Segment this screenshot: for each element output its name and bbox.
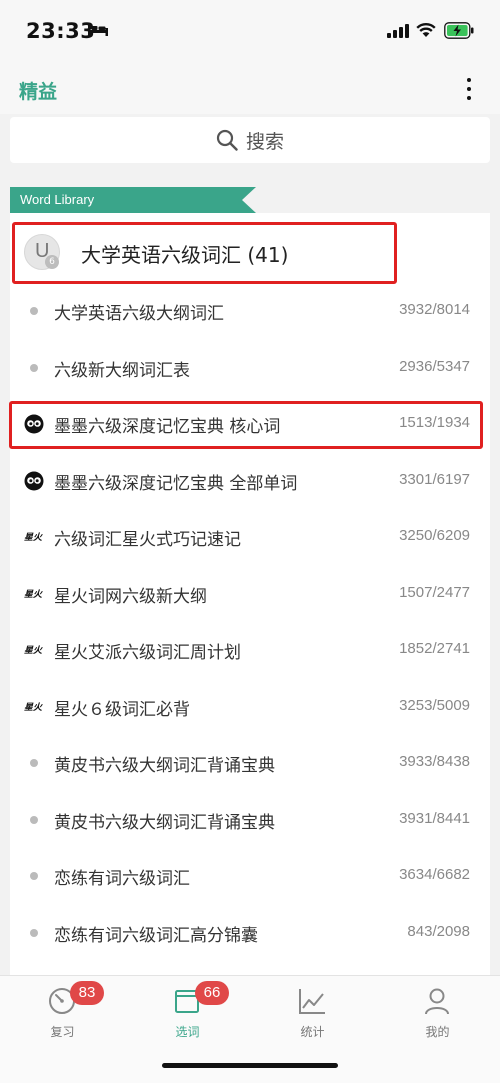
highlight-box [12,222,397,284]
progress-count: 2936/5347 [399,357,470,375]
list-item[interactable]: 恋练有词六级词汇 3634/6682 [10,848,490,905]
tab-profile[interactable]: 我的 [375,976,500,1056]
bullet-icon [30,759,38,767]
bullet-icon [30,928,38,937]
search-icon [216,129,238,151]
home-indicator [162,1063,338,1068]
xinghuo-logo: 星火 [24,533,43,543]
person-icon [425,988,449,1015]
list-item[interactable]: 黄皮书六级大纲词汇背诵宝典 3931/8441 [10,792,490,849]
progress-count: 3634/6682 [399,866,470,883]
momo-owl-icon [24,471,44,490]
group-header-cet6[interactable]: U 6 大学英语六级词汇 (41) [10,213,490,289]
review-badge: 83 [70,981,104,1005]
tab-statistics[interactable]: 统计 [250,976,375,1056]
tab-label: 我的 [425,1025,450,1039]
word-library-label: Word Library [20,192,95,207]
list-item[interactable]: 星火 星火词网六级新大纲 1507/2477 [10,566,490,623]
list-item[interactable]: 恋练有词六级词汇高分锦囊 843/2098 [10,905,490,962]
bullet-icon [30,815,38,824]
highlight-box [9,401,483,449]
cellular-signal-icon [387,24,409,38]
search-label: 搜索 [245,130,284,153]
progress-count: 3253/5009 [399,696,470,714]
tab-label: 复习 [50,1025,75,1039]
progress-count: 3301/6197 [399,470,470,488]
tab-select-words[interactable]: 66 选词 [125,976,250,1056]
nav-bar: 精益 [0,62,500,114]
progress-count: 1852/2741 [399,640,470,657]
more-options-icon[interactable] [458,76,480,102]
list-item[interactable]: 星火 星火６级词汇必背 3253/5009 [10,679,490,736]
app-title: 精益 [19,81,58,103]
battery-charging-icon [444,22,474,39]
progress-count: 843/2098 [407,922,470,940]
progress-count: 3932/8014 [399,301,470,318]
progress-count: 3931/8441 [399,809,470,827]
tab-review[interactable]: 83 复习 [0,976,125,1056]
chart-icon [299,989,325,1014]
progress-count: 3250/6209 [399,527,470,544]
status-bar: 23:33 [0,0,500,62]
tab-label: 统计 [300,1025,325,1039]
list-item[interactable]: 大学英语六级大纲词汇 3932/8014 [10,283,490,340]
list-item[interactable]: 墨墨六级深度记忆宝典 全部单词 3301/6197 [10,453,490,510]
bullet-icon [30,872,38,880]
word-library-banner: Word Library [10,187,256,213]
list-item[interactable]: 星火 星火艾派六级词汇周计划 1852/2741 [10,622,490,679]
xinghuo-logo: 星火 [24,646,43,656]
list-item[interactable]: 黄皮书六级大纲词汇背诵宝典 3933/8438 [10,735,490,792]
progress-count: 1507/2477 [399,583,470,601]
search-bar[interactable]: 搜索 [10,117,490,163]
status-time: 23:33 [26,19,96,43]
xinghuo-logo: 星火 [24,589,43,600]
progress-count: 3933/8438 [399,753,470,770]
tab-label: 选词 [175,1025,200,1039]
bed-icon [88,24,108,36]
xinghuo-logo: 星火 [24,702,43,713]
word-library-list: U 6 大学英语六级词汇 (41) 大学英语六级大纲词汇 3932/8014 六… [9,213,490,975]
select-badge: 66 [195,981,229,1005]
bullet-icon [30,307,38,315]
list-item[interactable]: 星火 六级词汇星火式巧记速记 3250/6209 [10,509,490,566]
bullet-icon [30,363,38,372]
list-item[interactable]: 六级新大纲词汇表 2936/5347 [10,340,490,397]
wifi-icon [416,23,436,37]
